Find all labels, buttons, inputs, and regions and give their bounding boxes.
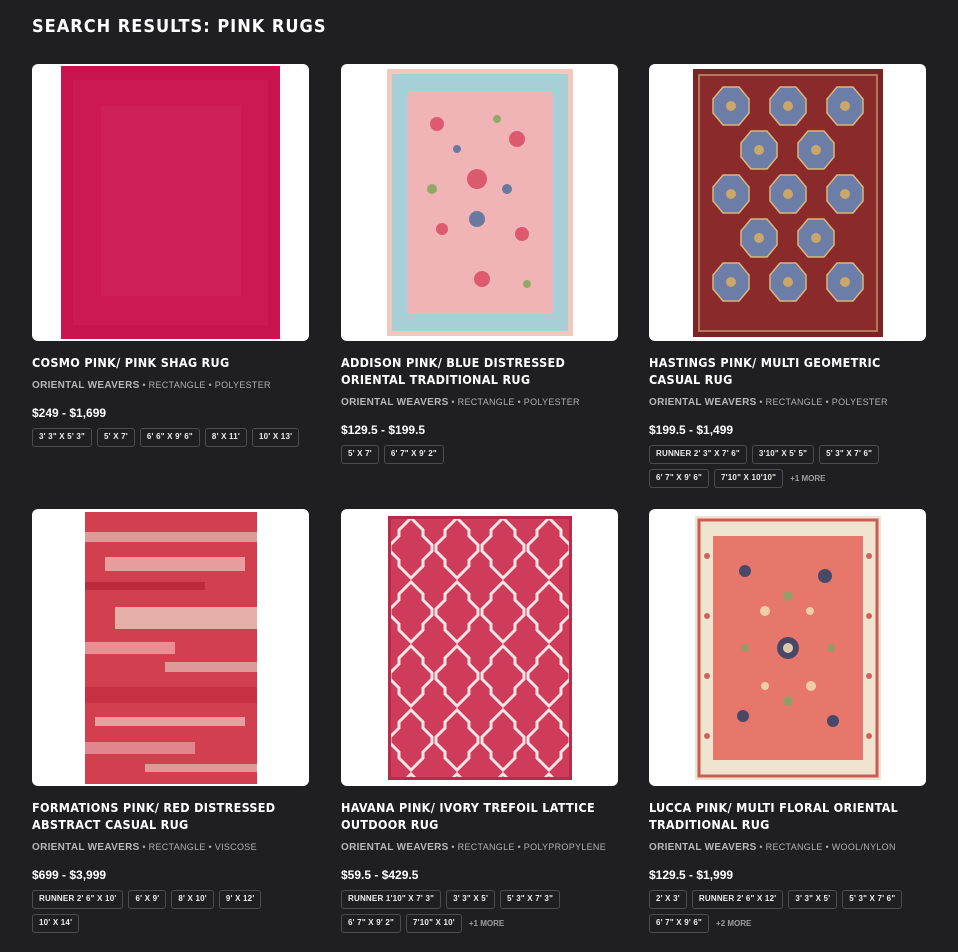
size-chip[interactable]: 10' X 13' [252, 428, 300, 447]
lattice-rug-image [387, 515, 572, 780]
product-price: $249 - $1,699 [32, 406, 107, 420]
more-sizes-link[interactable]: +1 MORE [788, 474, 825, 483]
product-image-link[interactable] [32, 509, 309, 786]
floral-rug-image [694, 515, 881, 780]
product-meta: ORIENTAL WEAVERS • RECTANGLE • VISCOSE [32, 842, 257, 853]
product-card: ADDISON PINK/ BLUE DISTRESSED ORIENTAL T… [341, 64, 618, 464]
size-chip[interactable]: 6' X 9' [128, 890, 167, 909]
product-card: LUCCA PINK/ MULTI FLORAL ORIENTAL TRADIT… [649, 509, 926, 933]
product-meta: ORIENTAL WEAVERS • RECTANGLE • POLYESTER [341, 397, 580, 408]
more-sizes-link[interactable]: +2 MORE [714, 919, 751, 928]
size-chip[interactable]: RUNNER 2' 6" X 10' [32, 890, 124, 909]
product-image-link[interactable] [32, 64, 309, 341]
size-options: RUNNER 1'10" X 7' 3" 3' 3" X 5' 5' 3" X … [341, 890, 618, 933]
product-shape: RECTANGLE [457, 397, 515, 407]
product-image-link[interactable] [341, 64, 618, 341]
product-price: $699 - $3,999 [32, 868, 107, 882]
geometric-rug-image [692, 68, 883, 337]
product-brand: ORIENTAL WEAVERS [649, 397, 757, 408]
product-brand: ORIENTAL WEAVERS [341, 397, 449, 408]
product-image-link[interactable] [649, 64, 926, 341]
size-chip[interactable]: 5' 3" X 7' 6" [842, 890, 903, 909]
product-image-link[interactable] [649, 509, 926, 786]
product-name-link[interactable]: HAVANA PINK/ IVORY TREFOIL LATTICE OUTDO… [341, 799, 618, 833]
size-chip[interactable]: 6' 7" X 9' 6" [649, 914, 710, 933]
size-chip[interactable]: 5' 3" X 7' 3" [500, 890, 561, 909]
product-brand: ORIENTAL WEAVERS [649, 842, 757, 853]
product-material: POLYESTER [214, 380, 271, 390]
product-meta: ORIENTAL WEAVERS • RECTANGLE • POLYPROPY… [341, 842, 607, 853]
size-options: 5' X 7' 6' 7" X 9' 2" [341, 445, 618, 464]
product-card: HAVANA PINK/ IVORY TREFOIL LATTICE OUTDO… [341, 509, 618, 933]
size-chip[interactable]: 7'10" X 10' [406, 914, 462, 933]
product-brand: ORIENTAL WEAVERS [32, 842, 140, 853]
product-name-link[interactable]: LUCCA PINK/ MULTI FLORAL ORIENTAL TRADIT… [649, 799, 926, 833]
product-material: POLYESTER [831, 397, 888, 407]
size-chip[interactable]: 3'10" X 5' 5" [751, 445, 815, 464]
product-shape: RECTANGLE [765, 842, 823, 852]
more-sizes-link[interactable]: +1 MORE [467, 919, 504, 928]
oriental-rug-image [386, 69, 573, 336]
shag-rug-image [61, 66, 280, 339]
product-price: $59.5 - $429.5 [341, 868, 419, 882]
size-chip[interactable]: 3' 3" X 5' 3" [32, 428, 93, 447]
size-chip[interactable]: 6' 7" X 9' 2" [383, 445, 444, 464]
product-meta: ORIENTAL WEAVERS • RECTANGLE • POLYESTER [649, 397, 888, 408]
size-chip[interactable]: 6' 6" X 9' 6" [139, 428, 200, 447]
product-meta: ORIENTAL WEAVERS • RECTANGLE • WOOL/NYLO… [649, 842, 896, 853]
page-title: SEARCH RESULTS: PINK RUGS [32, 16, 327, 37]
size-chip[interactable]: 5' 3" X 7' 6" [819, 445, 880, 464]
search-results-page: SEARCH RESULTS: PINK RUGS COSMO PINK/ PI… [0, 0, 958, 952]
size-chip[interactable]: 8' X 11' [204, 428, 248, 447]
size-chip[interactable]: 10' X 14' [32, 914, 80, 933]
size-chip[interactable]: 9' X 12' [218, 890, 262, 909]
product-name-link[interactable]: HASTINGS PINK/ MULTI GEOMETRIC CASUAL RU… [649, 354, 926, 388]
size-chip[interactable]: RUNNER 2' 6" X 12' [691, 890, 784, 909]
product-material: POLYESTER [523, 397, 580, 407]
abstract-rug-image [84, 511, 257, 784]
product-shape: RECTANGLE [148, 842, 206, 852]
product-image-link[interactable] [341, 509, 618, 786]
product-name-link[interactable]: FORMATIONS PINK/ RED DISTRESSED ABSTRACT… [32, 799, 309, 833]
product-brand: ORIENTAL WEAVERS [32, 380, 140, 391]
size-chip[interactable]: 7'10" X 10'10" [714, 469, 784, 488]
product-price: $129.5 - $1,999 [649, 868, 734, 882]
product-price: $129.5 - $199.5 [341, 423, 426, 437]
product-shape: RECTANGLE [148, 380, 206, 390]
product-material: WOOL/NYLON [831, 842, 896, 852]
product-card: FORMATIONS PINK/ RED DISTRESSED ABSTRACT… [32, 509, 309, 933]
product-card: HASTINGS PINK/ MULTI GEOMETRIC CASUAL RU… [649, 64, 926, 488]
size-chip[interactable]: 8' X 10' [171, 890, 214, 909]
product-shape: RECTANGLE [765, 397, 823, 407]
product-material: POLYPROPYLENE [523, 842, 607, 852]
size-chip[interactable]: RUNNER 1'10" X 7' 3" [341, 890, 442, 909]
product-card: COSMO PINK/ PINK SHAG RUG ORIENTAL WEAVE… [32, 64, 309, 447]
size-chip[interactable]: 5' X 7' [97, 428, 135, 447]
size-chip[interactable]: 5' X 7' [341, 445, 379, 464]
size-options: 3' 3" X 5' 3" 5' X 7' 6' 6" X 9' 6" 8' X… [32, 428, 309, 447]
size-chip[interactable]: RUNNER 2' 3" X 7' 6" [649, 445, 747, 464]
product-price: $199.5 - $1,499 [649, 423, 734, 437]
size-options: 2' X 3' RUNNER 2' 6" X 12' 3' 3" X 5' 5'… [649, 890, 926, 933]
product-name-link[interactable]: ADDISON PINK/ BLUE DISTRESSED ORIENTAL T… [341, 354, 618, 388]
size-chip[interactable]: 2' X 3' [649, 890, 687, 909]
size-chip[interactable]: 6' 7" X 9' 2" [341, 914, 402, 933]
size-chip[interactable]: 6' 7" X 9' 6" [649, 469, 710, 488]
size-options: RUNNER 2' 6" X 10' 6' X 9' 8' X 10' 9' X… [32, 890, 309, 933]
product-name-link[interactable]: COSMO PINK/ PINK SHAG RUG [32, 354, 309, 371]
product-meta: ORIENTAL WEAVERS • RECTANGLE • POLYESTER [32, 380, 271, 391]
size-chip[interactable]: 3' 3" X 5' [788, 890, 838, 909]
product-material: VISCOSE [214, 842, 257, 852]
product-brand: ORIENTAL WEAVERS [341, 842, 449, 853]
size-chip[interactable]: 3' 3" X 5' [446, 890, 496, 909]
product-shape: RECTANGLE [457, 842, 515, 852]
size-options: RUNNER 2' 3" X 7' 6" 3'10" X 5' 5" 5' 3"… [649, 445, 926, 488]
